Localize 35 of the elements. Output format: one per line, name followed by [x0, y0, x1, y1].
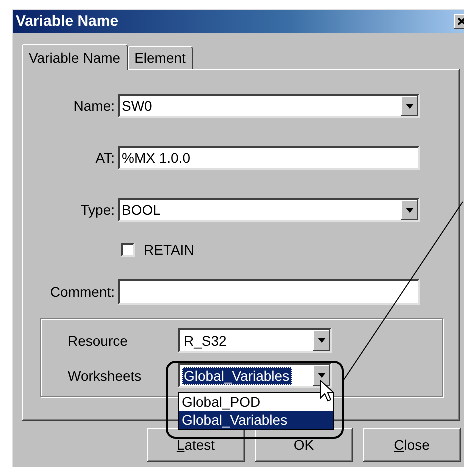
field-value: R_S32: [183, 332, 228, 350]
dropdown-arrow-icon: [318, 338, 326, 343]
tab[interactable]: Element: [128, 46, 193, 69]
combo-box[interactable]: Global_Variables: [178, 363, 332, 388]
combo-box[interactable]: SW0: [118, 94, 420, 118]
field-label: Worksheets: [67, 368, 143, 384]
combo-box[interactable]: R_S32: [178, 328, 332, 353]
dropdown-button[interactable]: [401, 200, 418, 220]
input-field[interactable]: [118, 279, 420, 305]
field-label: Type:: [80, 202, 116, 218]
dropdown-arrow-icon: [406, 208, 414, 212]
dropdown-button[interactable]: [313, 330, 330, 351]
tab[interactable]: Variable Name: [22, 44, 128, 70]
checkbox-label: RETAIN: [144, 242, 194, 258]
checkbox[interactable]: [121, 243, 135, 257]
field-value: BOOL: [122, 202, 161, 218]
dropdown-button[interactable]: [313, 365, 330, 386]
dropdown-arrow-icon: [406, 104, 414, 108]
field-label: Resource: [67, 332, 129, 348]
dropdown-arrow-icon: [318, 373, 326, 378]
dialog-button[interactable]: Latest: [147, 428, 245, 462]
dialog-button[interactable]: OK: [255, 428, 353, 462]
close-icon: [458, 18, 464, 25]
field-label: AT:: [94, 150, 116, 166]
field-label: Name:: [72, 98, 116, 114]
dialog-button[interactable]: Close: [363, 428, 461, 462]
dropdown-option[interactable]: Global_Variables: [179, 411, 333, 429]
input-field[interactable]: %MX 1.0.0: [118, 146, 420, 170]
field-value: Global_Variables: [182, 366, 292, 384]
field-value: %MX 1.0.0: [122, 150, 190, 166]
dropdown-button[interactable]: [401, 96, 418, 116]
field-value: SW0: [122, 98, 152, 114]
window-title: Variable Name: [16, 13, 119, 30]
combo-box[interactable]: BOOL: [118, 198, 420, 222]
field-label: Comment:: [49, 284, 116, 300]
